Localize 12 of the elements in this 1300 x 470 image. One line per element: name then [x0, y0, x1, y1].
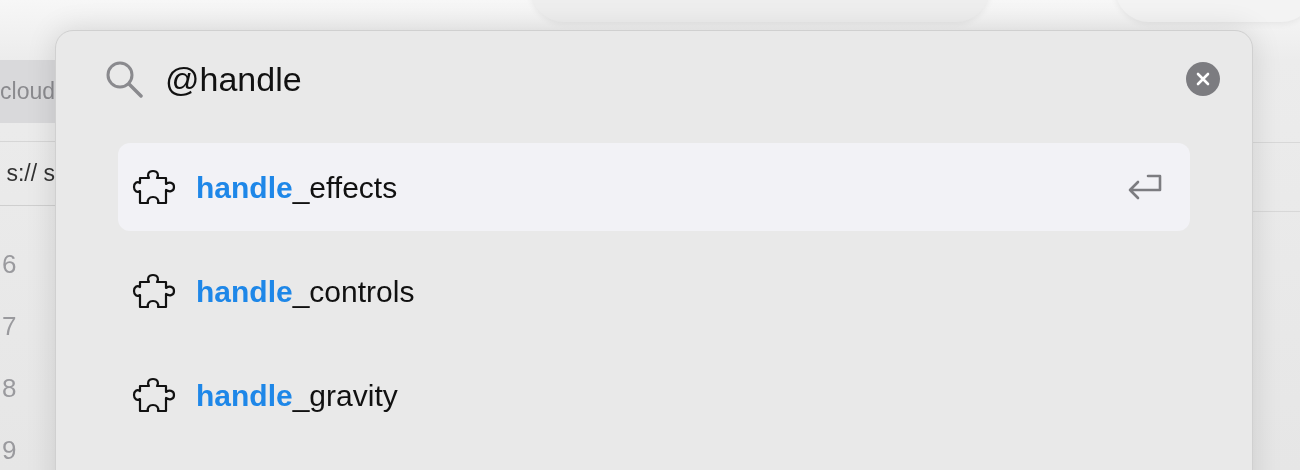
close-icon [1195, 71, 1211, 87]
line-number: 7 [2, 310, 18, 343]
search-icon [105, 60, 145, 98]
result-item[interactable]: handle_controls [118, 247, 1190, 335]
result-item[interactable]: handle_gravity [118, 351, 1190, 439]
line-number: 6 [2, 248, 18, 281]
clear-button[interactable] [1186, 62, 1220, 96]
search-field[interactable]: @handle [165, 55, 1186, 103]
line-number: 8 [2, 372, 18, 405]
return-key-icon [1126, 172, 1164, 202]
line-number: 9 [2, 434, 18, 467]
result-item[interactable]: handle_effects [118, 143, 1190, 231]
